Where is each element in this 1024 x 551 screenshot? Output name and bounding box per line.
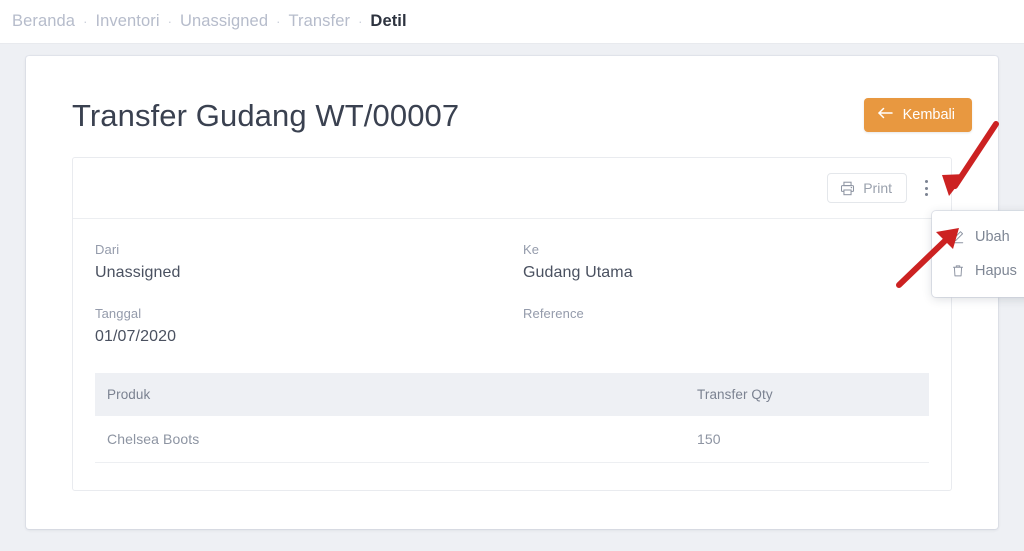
page-title: Transfer Gudang WT/00007 xyxy=(72,97,460,133)
table-header: Produk Transfer Qty xyxy=(95,373,929,416)
field-label-reference: Reference xyxy=(523,306,584,321)
field-label-tanggal: Tanggal xyxy=(95,306,142,321)
table-header-row: Produk Transfer Qty xyxy=(95,373,929,416)
cell-transfer-qty: 150 xyxy=(685,416,929,463)
field-value-reference xyxy=(523,328,951,347)
detail-fields: Dari Unassigned Tanggal 01/07/2020 Ke Gu… xyxy=(73,219,951,370)
breadcrumb-separator: · xyxy=(83,14,88,29)
kebab-dot xyxy=(924,186,928,190)
field-tanggal: Tanggal 01/07/2020 xyxy=(95,306,523,347)
menu-item-ubah[interactable]: Ubah xyxy=(932,220,1024,254)
breadcrumb-item-transfer[interactable]: Transfer xyxy=(288,12,350,31)
page-area: Transfer Gudang WT/00007 Kembali Print D… xyxy=(0,44,1024,529)
card-header: Transfer Gudang WT/00007 Kembali xyxy=(50,86,974,144)
back-button-label: Kembali xyxy=(902,107,955,123)
breadcrumb: Beranda · Inventori · Unassigned · Trans… xyxy=(0,0,1024,44)
field-value-dari: Unassigned xyxy=(95,264,181,281)
actions-dropdown-menu: Ubah Hapus xyxy=(932,211,1024,297)
print-button-label: Print xyxy=(863,180,892,196)
breadcrumb-item-unassigned[interactable]: Unassigned xyxy=(180,12,268,31)
kebab-dot xyxy=(924,193,928,196)
more-vertical-icon[interactable] xyxy=(915,173,937,203)
detail-fields-right-column: Ke Gudang Utama Reference xyxy=(523,242,951,370)
table-row: Chelsea Boots 150 xyxy=(95,416,929,463)
field-ke: Ke Gudang Utama xyxy=(523,242,951,283)
detail-fields-left-column: Dari Unassigned Tanggal 01/07/2020 xyxy=(95,242,523,370)
trash-icon xyxy=(951,264,965,278)
transfer-items-table: Produk Transfer Qty Chelsea Boots 150 xyxy=(95,373,929,463)
panel-toolbar: Print xyxy=(73,158,951,219)
field-reference: Reference xyxy=(523,306,951,347)
field-label-ke: Ke xyxy=(523,242,540,257)
print-button[interactable]: Print xyxy=(827,173,907,203)
field-dari: Dari Unassigned xyxy=(95,242,523,283)
transfer-detail-panel: Print Dari Unassigned Tanggal 01/07/2020… xyxy=(72,157,952,491)
printer-icon xyxy=(840,181,855,196)
breadcrumb-separator: · xyxy=(358,14,363,29)
breadcrumb-item-detil: Detil xyxy=(370,12,407,30)
column-header-transfer-qty: Transfer Qty xyxy=(685,373,929,416)
menu-item-hapus-label: Hapus xyxy=(975,263,1017,279)
breadcrumb-separator: · xyxy=(167,14,172,29)
cell-produk: Chelsea Boots xyxy=(95,416,685,463)
menu-item-hapus[interactable]: Hapus xyxy=(932,254,1024,288)
breadcrumb-item-beranda[interactable]: Beranda xyxy=(12,12,75,31)
pencil-icon xyxy=(951,230,965,244)
detail-card: Transfer Gudang WT/00007 Kembali Print D… xyxy=(26,56,998,529)
field-value-ke: Gudang Utama xyxy=(523,264,633,281)
back-button[interactable]: Kembali xyxy=(863,98,972,132)
breadcrumb-separator: · xyxy=(276,14,281,29)
table-body: Chelsea Boots 150 xyxy=(95,416,929,463)
column-header-produk: Produk xyxy=(95,373,685,416)
kebab-dot xyxy=(924,180,928,183)
menu-item-ubah-label: Ubah xyxy=(975,229,1010,245)
field-label-dari: Dari xyxy=(95,242,120,257)
breadcrumb-item-inventori[interactable]: Inventori xyxy=(95,12,159,31)
arrow-left-icon xyxy=(877,107,894,123)
field-value-tanggal: 01/07/2020 xyxy=(95,328,177,345)
